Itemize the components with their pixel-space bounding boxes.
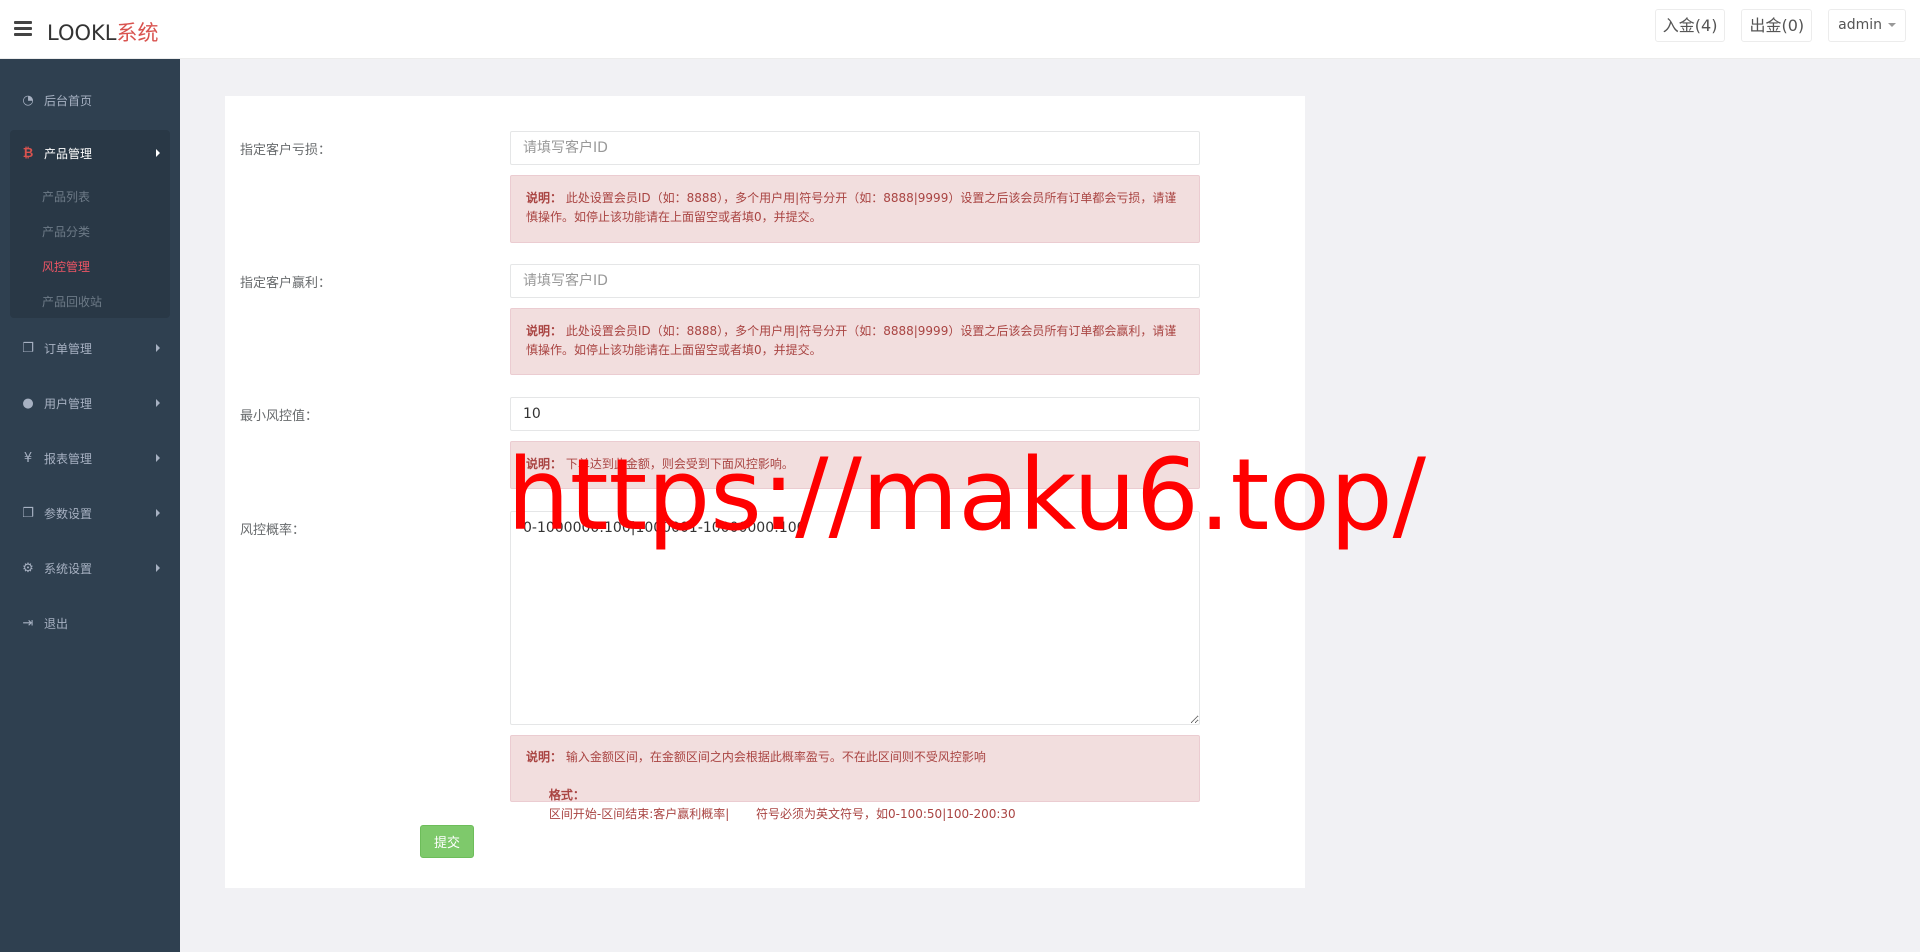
note-text: 此处设置会员ID（如：8888），多个用户用|符号分开（如：8888|9999）… [526, 191, 1177, 224]
risk-rate-note: 说明： 输入金额区间，在金额区间之内会根据此概率盈亏。不在此区间则不受风控影响 … [510, 735, 1200, 821]
note-title: 说明： [526, 324, 563, 338]
note-line: 说明： 输入金额区间，在金额区间之内会根据此概率盈亏。不在此区间则不受风控影响 [526, 748, 1184, 767]
format-line: 格式： 区间开始-区间结束:客户赢利概率| 符号必须为英文符号，如0-100:5… [526, 767, 1184, 843]
sidebar-item-users[interactable]: ● 用户管理 [0, 383, 180, 423]
gears-icon: ⚙ [22, 560, 34, 576]
yen-icon: ¥ [23, 450, 33, 466]
chevron-right-icon [156, 149, 160, 157]
profit-note: 说明： 此处设置会员ID（如：8888），多个用户用|符号分开（如：8888|9… [510, 308, 1200, 375]
note-title: 说明： [526, 457, 563, 471]
user-icon: ● [22, 395, 34, 411]
loss-label: 指定客户亏损： [240, 143, 332, 158]
risk-rate-label: 风控概率： [240, 523, 306, 538]
sidebar-subitem-risk-control[interactable]: 风控管理 [42, 258, 90, 275]
copy-icon: ❐ [22, 505, 34, 521]
bitcoin-icon: ₿ [22, 146, 34, 161]
caret-down-icon [1888, 23, 1896, 27]
sidebar-subitem-product-list[interactable]: 产品列表 [42, 188, 90, 205]
hamburger-menu-icon[interactable] [14, 21, 32, 36]
sidebar-item-params[interactable]: ❐ 参数设置 [0, 493, 180, 533]
submit-button[interactable]: 提交 [420, 825, 474, 858]
chevron-right-icon [156, 399, 160, 407]
loss-note: 说明： 此处设置会员ID（如：8888），多个用户用|符号分开（如：8888|9… [510, 175, 1200, 243]
logo-main-text: LOOKL [47, 21, 117, 45]
sidebar-item-home[interactable]: ◔ 后台首页 [0, 80, 180, 120]
top-header: LOOKL系统 入金(4) 出金(0) admin [0, 0, 1920, 59]
sidebar-item-orders[interactable]: ❐ 订单管理 [0, 328, 180, 368]
withdraw-button[interactable]: 出金(0) [1741, 9, 1813, 42]
format-title: 格式： [548, 788, 585, 802]
note-title: 说明： [526, 191, 563, 205]
dashboard-icon: ◔ [22, 92, 34, 108]
min-risk-label: 最小风控值： [240, 409, 319, 424]
chevron-right-icon [156, 509, 160, 517]
sidebar-subitem-product-recycle[interactable]: 产品回收站 [42, 293, 102, 310]
sidebar: ◔ 后台首页 ₿ 产品管理 产品列表 产品分类 风控管理 产品回收站 ❐ 订单管… [0, 59, 180, 952]
profit-customer-input[interactable] [510, 264, 1200, 298]
sidebar-item-label: 产品管理 [44, 146, 93, 161]
profit-label: 指定客户赢利： [240, 276, 332, 291]
sidebar-item-logout[interactable]: ⇥ 退出 [0, 603, 180, 643]
chevron-right-icon [156, 344, 160, 352]
note-text: 下单达到此金额，则会受到下面风控影响。 [565, 457, 794, 471]
sidebar-item-system[interactable]: ⚙ 系统设置 [0, 548, 180, 588]
min-risk-note: 说明： 下单达到此金额，则会受到下面风控影响。 [510, 441, 1200, 489]
note-text: 输入金额区间，在金额区间之内会根据此概率盈亏。不在此区间则不受风控影响 [565, 750, 986, 764]
chevron-right-icon [156, 564, 160, 572]
risk-rate-textarea[interactable] [510, 511, 1200, 725]
note-title: 说明： [526, 750, 563, 764]
header-actions: 入金(4) 出金(0) admin [1654, 9, 1906, 42]
sidebar-subitem-product-category[interactable]: 产品分类 [42, 223, 90, 240]
format-text: 区间开始-区间结束:客户赢利概率| 符号必须为英文符号，如0-100:50|10… [548, 807, 1016, 821]
sidebar-item-label: 系统设置 [44, 561, 93, 576]
note-text: 此处设置会员ID（如：8888），多个用户用|符号分开（如：8888|9999）… [526, 324, 1177, 357]
user-name: admin [1838, 17, 1882, 33]
logo-accent-text: 系统 [116, 21, 159, 45]
sidebar-item-label: 订单管理 [44, 341, 93, 356]
min-risk-input[interactable] [510, 397, 1200, 431]
user-menu-button[interactable]: admin [1828, 9, 1906, 42]
sidebar-group-product: ₿ 产品管理 产品列表 产品分类 风控管理 产品回收站 [10, 130, 170, 318]
sidebar-item-label: 报表管理 [44, 451, 93, 466]
chevron-right-icon [156, 454, 160, 462]
copy-icon: ❐ [22, 340, 34, 356]
sidebar-item-product[interactable]: ₿ 产品管理 [10, 130, 170, 176]
sidebar-item-label: 参数设置 [44, 506, 93, 521]
app-logo[interactable]: LOOKL系统 [47, 17, 158, 47]
risk-control-form-panel: 指定客户亏损： 说明： 此处设置会员ID（如：8888），多个用户用|符号分开（… [225, 96, 1305, 888]
sidebar-item-label: 后台首页 [44, 93, 93, 108]
loss-customer-input[interactable] [510, 131, 1200, 165]
sidebar-item-label: 退出 [44, 616, 69, 631]
sidebar-item-reports[interactable]: ¥ 报表管理 [0, 438, 180, 478]
sidebar-item-label: 用户管理 [44, 396, 93, 411]
deposit-button[interactable]: 入金(4) [1654, 9, 1726, 42]
sign-out-icon: ⇥ [22, 615, 34, 631]
